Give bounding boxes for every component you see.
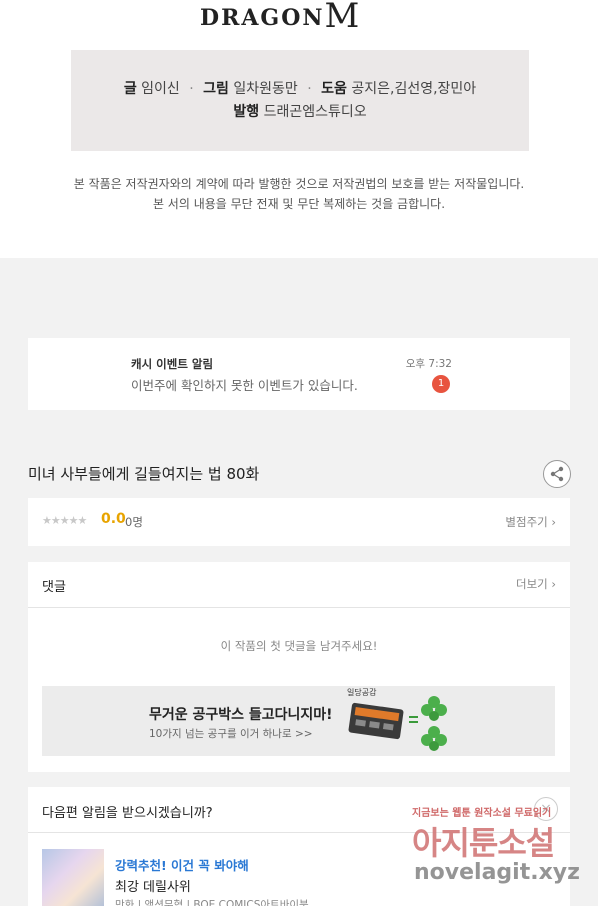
next-episode-alert: 다음편 알림을 받으시겠습니까? × 강력추천! 이건 꼭 봐야해 최강 데릴사… (28, 787, 570, 906)
comments-section: 댓글 더보기 › 이 작품의 첫 댓글을 남겨주세요! 무거운 공구박스 들고다… (28, 562, 570, 772)
share-icon (550, 466, 564, 482)
cash-event-notification[interactable]: 캐시 이벤트 알림 이번주에 확인하지 못한 이벤트가 있습니다. 오후 7:3… (28, 338, 570, 410)
ad-image-label: 일당공감 (347, 688, 377, 697)
rating-count: 0명 (125, 515, 143, 529)
credit-value-writer: 임이신 (141, 81, 180, 97)
notification-time: 오후 7:32 (405, 358, 452, 370)
credit-value-art: 일차원동만 (233, 81, 298, 97)
credit-label-writer: 글 (123, 81, 137, 97)
close-icon[interactable]: × (534, 797, 558, 821)
credit-label-publisher: 발행 (233, 104, 260, 120)
share-button[interactable] (543, 460, 571, 488)
toolbox-icon (348, 702, 404, 740)
clover-icon (421, 696, 447, 751)
credit-value-assist: 공지은,김선영,장민아 (351, 81, 477, 97)
recommend-label[interactable]: 강력추천! 이건 꼭 봐야해 (115, 855, 249, 874)
logo-mark: M (324, 0, 360, 36)
star-rating-icon: ★★★★★ (42, 514, 87, 527)
credits-section: DRAGONM 글 임이신 · 그림 일차원동만 · 도움 공지은,김선영,장민… (0, 0, 598, 258)
notification-title: 캐시 이벤트 알림 (131, 357, 214, 371)
notification-message: 이번주에 확인하지 못한 이벤트가 있습니다. (131, 378, 358, 393)
next-episode-divider (28, 832, 570, 833)
credits-line-1: 글 임이신 · 그림 일차원동만 · 도움 공지은,김선영,장민아 (71, 78, 529, 101)
copyright-notice: 본 작품은 저작권자와의 계약에 따라 발행한 것으로 저작권법의 보호를 받는… (0, 174, 598, 214)
comments-empty-message: 이 작품의 첫 댓글을 남겨주세요! (220, 639, 378, 653)
credit-value-publisher: 드래곤엠스튜디오 (263, 104, 367, 120)
ad-banner[interactable]: 무거운 공구박스 들고다니지마! 10가지 넘는 공구를 이거 하나로 >> 일… (42, 686, 555, 756)
rating-bar: ★★★★★ 0.0 0명 별점주기 › (28, 498, 570, 546)
recommended-thumbnail[interactable] (42, 849, 104, 906)
comments-header: 댓글 (42, 580, 66, 595)
copyright-line-2: 본 서의 내용을 무단 전재 및 무단 복제하는 것을 금합니다. (152, 197, 446, 211)
rate-button[interactable]: 별점주기 › (505, 514, 556, 530)
copyright-line-1: 본 작품은 저작권자와의 계약에 따라 발행한 것으로 저작권법의 보호를 받는… (73, 177, 525, 191)
next-episode-question: 다음편 알림을 받으시겠습니까? (42, 806, 213, 821)
episode-title: 미녀 사부들에게 길들여지는 법 80화 (28, 465, 260, 483)
recommended-title[interactable]: 최강 데릴사위 (115, 876, 191, 895)
recommended-meta: 만화 | 액션무협 | BOE COMICS아트바이북 (115, 899, 309, 906)
logo-text: DRAGON (200, 5, 325, 31)
rating-score: 0.0 (101, 511, 126, 527)
comments-more-link[interactable]: 더보기 › (516, 576, 556, 592)
credits-line-2: 발행 드래곤엠스튜디오 (71, 101, 529, 124)
comments-divider (28, 607, 570, 608)
credit-separator: · (307, 81, 312, 97)
credit-label-assist: 도움 (321, 81, 347, 97)
credit-label-art: 그림 (203, 81, 229, 97)
credit-separator: · (189, 81, 194, 97)
equals-icon (409, 716, 418, 723)
ad-title: 무거운 공구박스 들고다니지마! (149, 707, 333, 723)
credits-box: 글 임이신 · 그림 일차원동만 · 도움 공지은,김선영,장민아 발행 드래곤… (71, 50, 529, 151)
publisher-logo: DRAGONM (200, 0, 400, 36)
notification-badge: 1 (432, 375, 450, 393)
ad-subtitle: 10가지 넘는 공구를 이거 하나로 >> (149, 728, 313, 740)
